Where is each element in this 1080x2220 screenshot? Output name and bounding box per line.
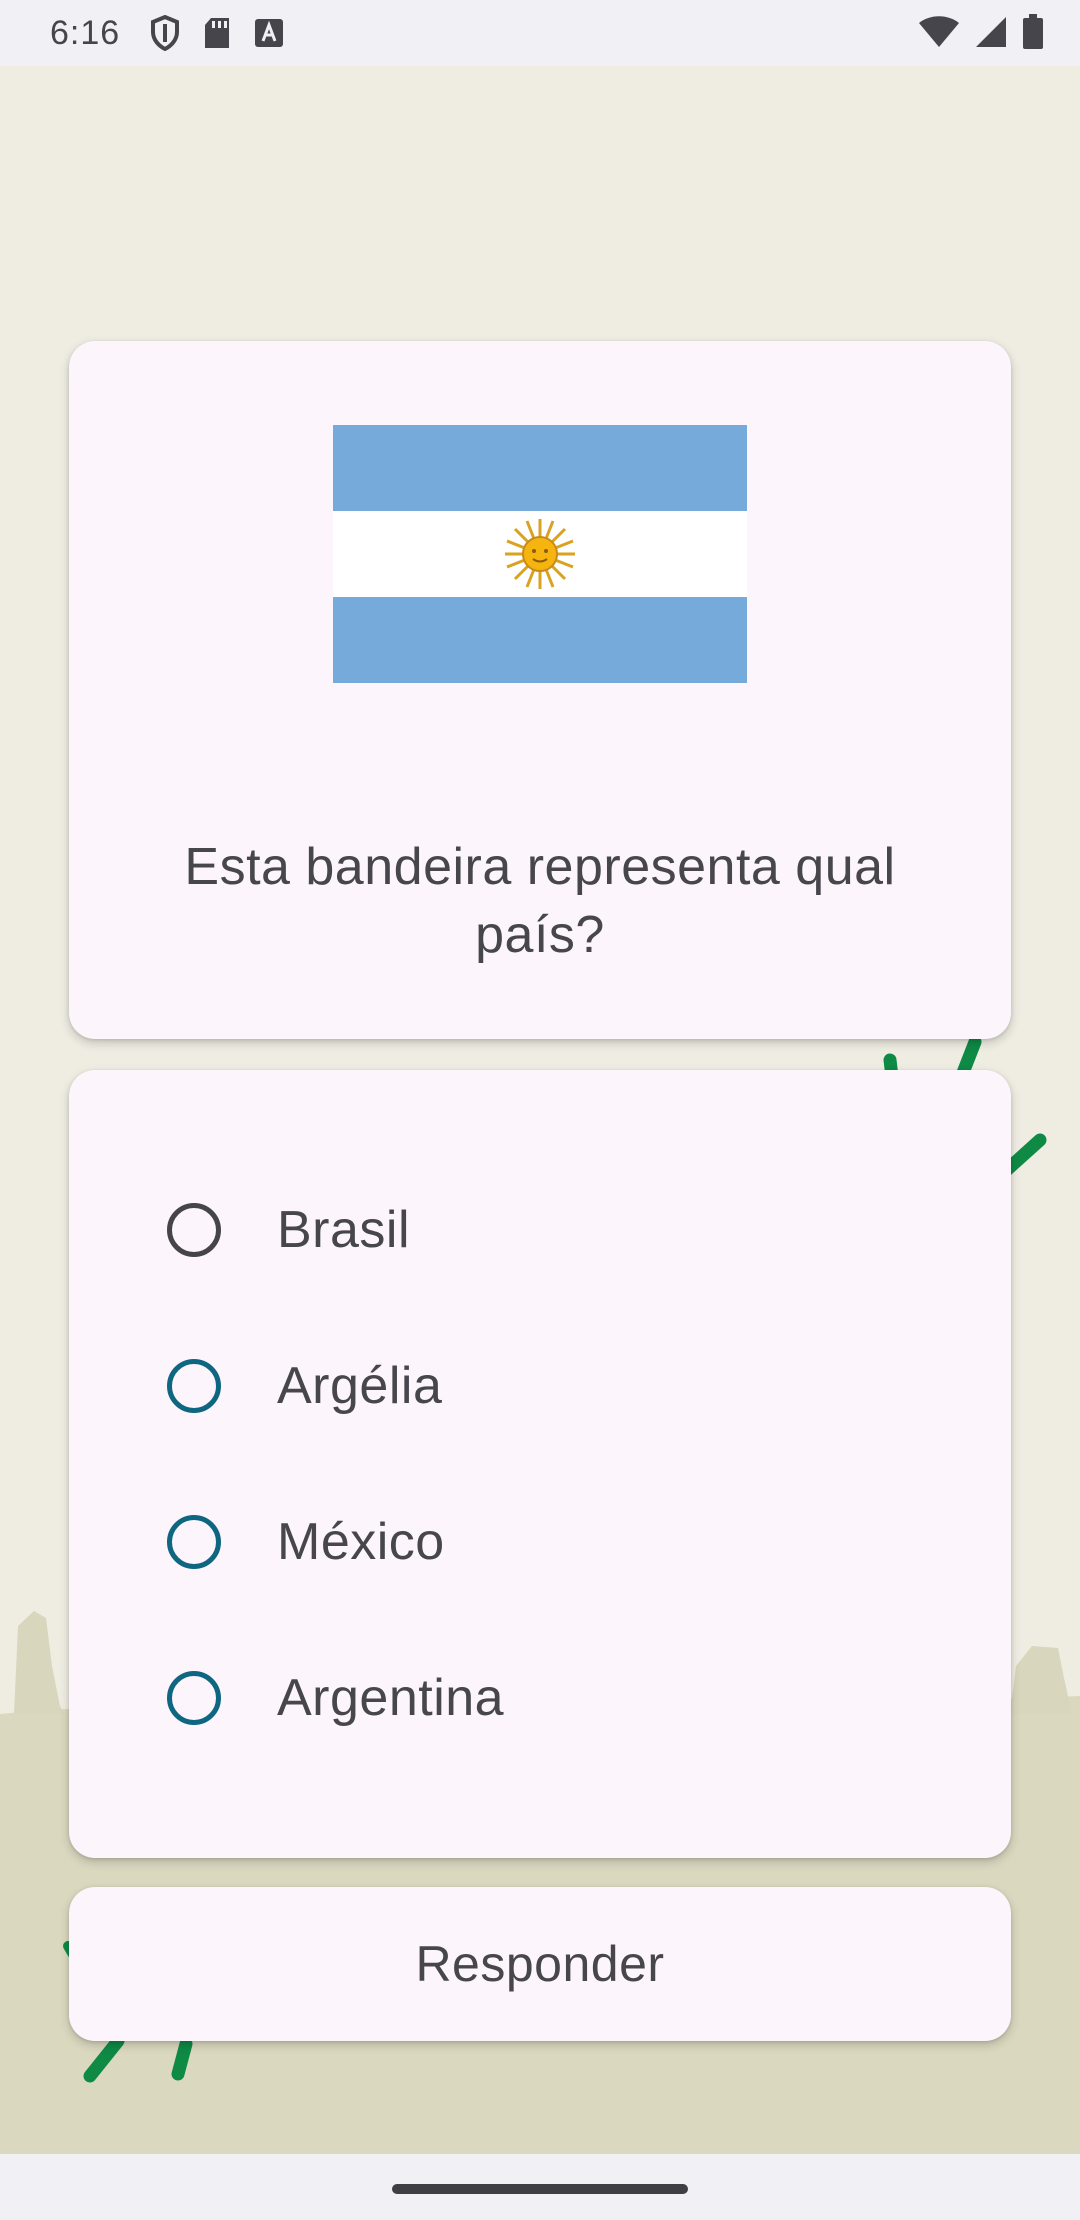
sd-card-icon: [205, 18, 230, 48]
radio-button[interactable]: [167, 1515, 221, 1569]
status-bar: 6:16: [0, 0, 1080, 66]
option-argentina[interactable]: Argentina: [165, 1648, 925, 1748]
question-card: Esta bandeira representa qual país?: [69, 341, 1011, 1039]
wifi-icon: [919, 16, 959, 47]
cellular-signal-icon: [976, 17, 1006, 47]
answer-button-label: Responder: [415, 1936, 665, 1992]
status-icons-left: [150, 15, 284, 51]
home-gesture-handle[interactable]: [392, 2184, 688, 2194]
radio-button[interactable]: [167, 1203, 221, 1257]
shield-icon: [151, 15, 180, 51]
option-label: Brasil: [277, 1201, 411, 1259]
radio-button[interactable]: [167, 1359, 221, 1413]
option-label: Argentina: [277, 1669, 505, 1727]
question-text: Esta bandeira representa qual país?: [184, 838, 896, 964]
option-argelia[interactable]: Argélia: [165, 1336, 925, 1436]
option-mexico[interactable]: México: [165, 1492, 925, 1592]
font-a-icon: [255, 19, 284, 47]
status-time: 6:16: [50, 13, 121, 52]
flag-stripe-middle: [333, 511, 747, 597]
answer-button[interactable]: Responder: [69, 1887, 1011, 2041]
option-label: Argélia: [277, 1357, 443, 1415]
sun-of-may-icon: [505, 519, 575, 589]
option-brasil[interactable]: Brasil: [165, 1180, 925, 1280]
flag-stripe-bottom: [333, 597, 747, 683]
option-label: México: [277, 1513, 445, 1571]
flag-image: [333, 425, 747, 683]
navigation-bar: [0, 2154, 1080, 2220]
radio-button[interactable]: [167, 1671, 221, 1725]
status-icons-right: [918, 14, 1044, 50]
options-card: Brasil Argélia México Argentina: [69, 1070, 1011, 1858]
battery-icon: [1023, 14, 1043, 49]
flag-stripe-top: [333, 425, 747, 511]
